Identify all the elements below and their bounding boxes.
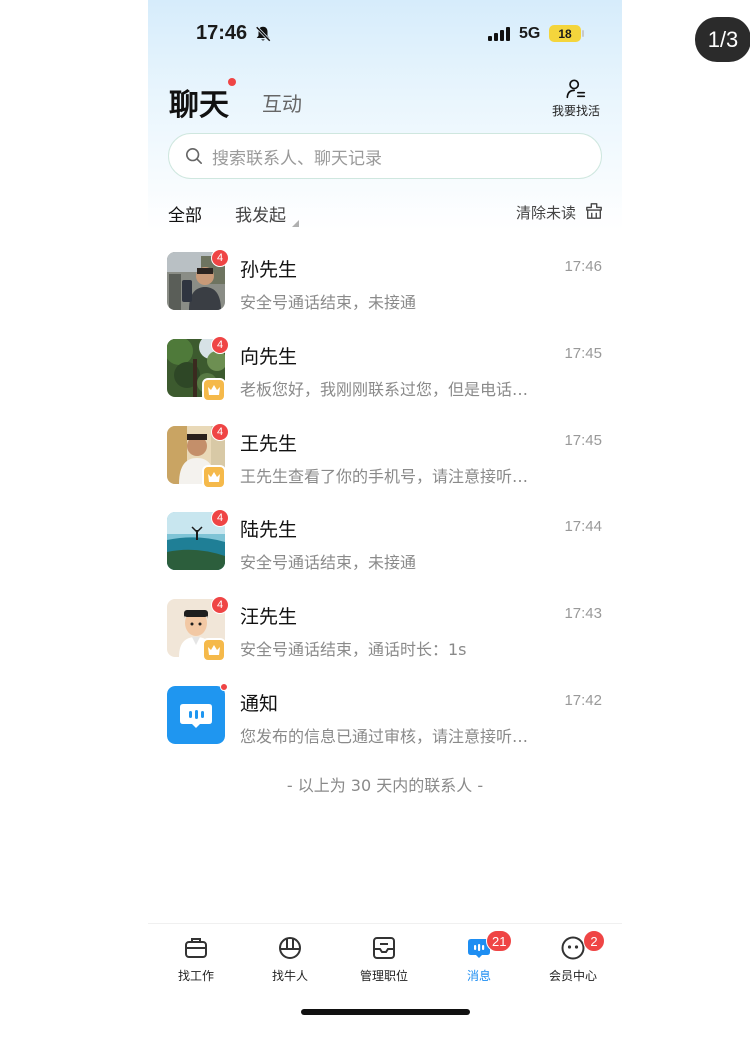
message-time: 17:45 [564, 344, 602, 362]
broom-icon[interactable] [585, 202, 603, 220]
conversation-row[interactable]: 4 孙先生 17:46 安全号通话结束，未接通 [148, 235, 622, 322]
contact-name: 通知 [240, 692, 279, 715]
search-input[interactable]: 搜索联系人、聊天记录 [168, 133, 602, 179]
message-preview: 安全号通话结束，未接通 [240, 553, 417, 573]
conversation-row[interactable]: 通知 17:42 您发布的信息已通过审核，请注意接听… [148, 669, 622, 756]
contact-name: 王先生 [240, 432, 298, 455]
nav-label: 找牛人 [271, 969, 308, 983]
conversation-row[interactable]: 4 汪先生 17:43 安全号通话结束，通话时长：1s [148, 582, 622, 669]
status-bar: 17:46 5G 18 [148, 0, 622, 68]
nav-find-job[interactable]: 找工作 [156, 934, 236, 984]
unread-badge: 4 [211, 422, 229, 441]
hardhat-icon [279, 937, 301, 959]
filter-caret-icon [292, 220, 299, 227]
battery-tip [582, 30, 584, 37]
nav-label: 管理职位 [359, 969, 408, 983]
filter-all[interactable]: 全部 [168, 201, 202, 226]
message-preview: 安全号通话结束，通话时长：1s [240, 640, 467, 660]
unread-badge: 4 [211, 596, 229, 615]
crown-icon [208, 471, 220, 482]
status-time: 17:46 [196, 22, 248, 44]
search-icon [185, 147, 203, 165]
nav-find-talent[interactable]: 找牛人 [250, 934, 330, 984]
clear-unread-button[interactable]: 清除未读 [516, 202, 576, 223]
page-indicator: 1/3 [695, 17, 750, 62]
vip-badge [202, 377, 226, 402]
message-time: 17:44 [564, 518, 602, 536]
nav-label: 会员中心 [548, 969, 597, 983]
vip-badge [202, 464, 226, 489]
vip-badge [202, 638, 226, 663]
search-placeholder: 搜索联系人、聊天记录 [212, 148, 382, 169]
message-preview: 安全号通话结束，未接通 [240, 293, 417, 312]
message-time: 17:43 [564, 605, 602, 623]
nav-member-center[interactable]: 会员中心 2 [533, 930, 613, 984]
briefcase-icon [185, 938, 207, 958]
messages-badge: 21 [486, 930, 513, 952]
member-badge: 2 [583, 930, 605, 952]
conversation-row[interactable]: 4 陆先生 17:44 安全号通话结束，未接通 [148, 495, 622, 582]
crown-icon [208, 384, 220, 395]
inbox-icon [373, 937, 395, 959]
message-time: 17:45 [564, 431, 602, 449]
find-job-button[interactable]: 我要找活 [546, 78, 606, 119]
chat-unread-dot [228, 78, 236, 86]
conversation-row[interactable]: 4 王先生 17:45 王先生查看了你的手机号，请注意接听… [148, 409, 622, 496]
contact-name: 孙先生 [240, 259, 298, 281]
message-time: 17:42 [564, 691, 602, 709]
nav-label: 消息 [466, 969, 491, 983]
contact-name: 向先生 [240, 345, 298, 368]
conversation-list: 4 孙先生 17:46 安全号通话结束，未接通 4 向先生 17:45 老板您好… [148, 235, 622, 756]
phone-screen: 17:46 5G 18 聊天 互动 我要找活 搜索联系人、聊天记录 全部 我发起… [148, 0, 622, 1043]
nav-manage-jobs[interactable]: 管理职位 [344, 934, 424, 984]
message-preview: 老板您好，我刚刚联系过您，但是电话… [240, 379, 529, 399]
crown-icon [208, 645, 220, 656]
list-footer-note: - 以上为 30 天内的联系人 - [286, 776, 484, 795]
nav-messages[interactable]: 消息 21 [439, 930, 519, 984]
network-label: 5G [519, 25, 541, 42]
notification-avatar [167, 685, 225, 744]
tab-chat[interactable]: 聊天 [169, 80, 229, 124]
unread-badge: 4 [211, 335, 229, 354]
signal-icon [488, 27, 510, 41]
person-search-icon [566, 79, 586, 99]
unread-dot [220, 682, 228, 691]
unread-badge: 4 [211, 509, 229, 528]
battery-level: 18 [558, 26, 572, 41]
nav-label: 找工作 [177, 969, 214, 983]
contact-name: 汪先生 [240, 606, 298, 629]
find-job-label: 我要找活 [551, 104, 600, 118]
home-indicator [301, 1009, 470, 1015]
battery-icon: 18 [549, 25, 581, 42]
contact-name: 陆先生 [240, 519, 298, 542]
message-time: 17:46 [564, 258, 602, 275]
tab-interact[interactable]: 互动 [262, 88, 302, 117]
filter-initiated[interactable]: 我发起 [235, 201, 286, 226]
conversation-row[interactable]: 4 向先生 17:45 老板您好，我刚刚联系过您，但是电话… [148, 322, 622, 409]
unread-badge: 4 [211, 249, 229, 267]
message-preview: 您发布的信息已通过审核，请注意接听… [240, 726, 529, 746]
message-preview: 王先生查看了你的手机号，请注意接听… [240, 466, 529, 486]
bottom-nav: 找工作 找牛人 管理职位 消息 21 会员中心 2 [148, 923, 622, 998]
bell-muted-icon [255, 26, 271, 42]
